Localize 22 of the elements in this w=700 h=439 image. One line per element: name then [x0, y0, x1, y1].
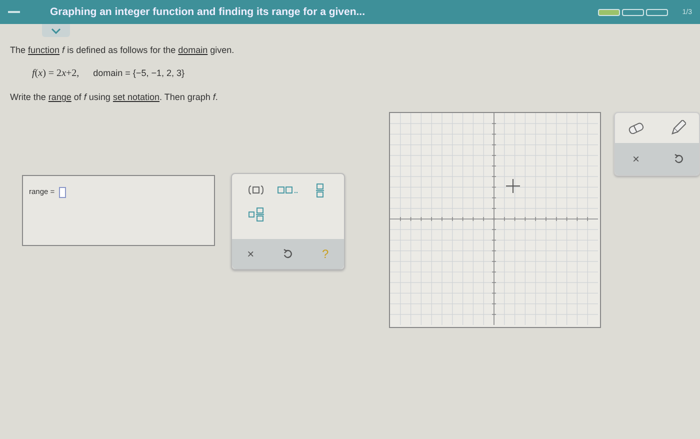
problem-text: The function f is defined as follows for the domain given.	[10, 45, 236, 55]
function-equation: f(x) = 2x+2,	[32, 68, 80, 79]
crosshair-cursor-icon	[506, 178, 520, 194]
term-link[interactable]: set notation	[112, 92, 160, 102]
expand-button[interactable]	[42, 24, 70, 37]
set-braces-icon	[248, 185, 264, 195]
term-link[interactable]: function	[28, 45, 60, 55]
term-link[interactable]: domain	[178, 45, 208, 55]
mixed-number-icon	[248, 206, 264, 222]
fraction-icon	[316, 182, 324, 198]
instruction-text: Write the range of f using set notation. Then graph f.	[10, 92, 219, 102]
undo-icon	[283, 249, 292, 259]
undo-icon	[674, 154, 682, 164]
list-template-icon	[277, 186, 299, 194]
eraser-icon	[627, 122, 645, 134]
clear-button[interactable]: ×	[625, 150, 647, 168]
window-title: Graphing an integer function and finding its range for a given...	[50, 6, 366, 18]
term-link[interactable]: range	[48, 92, 72, 102]
domain-text: domain = {−5, −1, 2, 3}	[93, 68, 184, 79]
clear-button[interactable]: ×	[240, 245, 262, 263]
chevron-icon	[51, 28, 61, 34]
input-slot[interactable]	[58, 187, 66, 198]
